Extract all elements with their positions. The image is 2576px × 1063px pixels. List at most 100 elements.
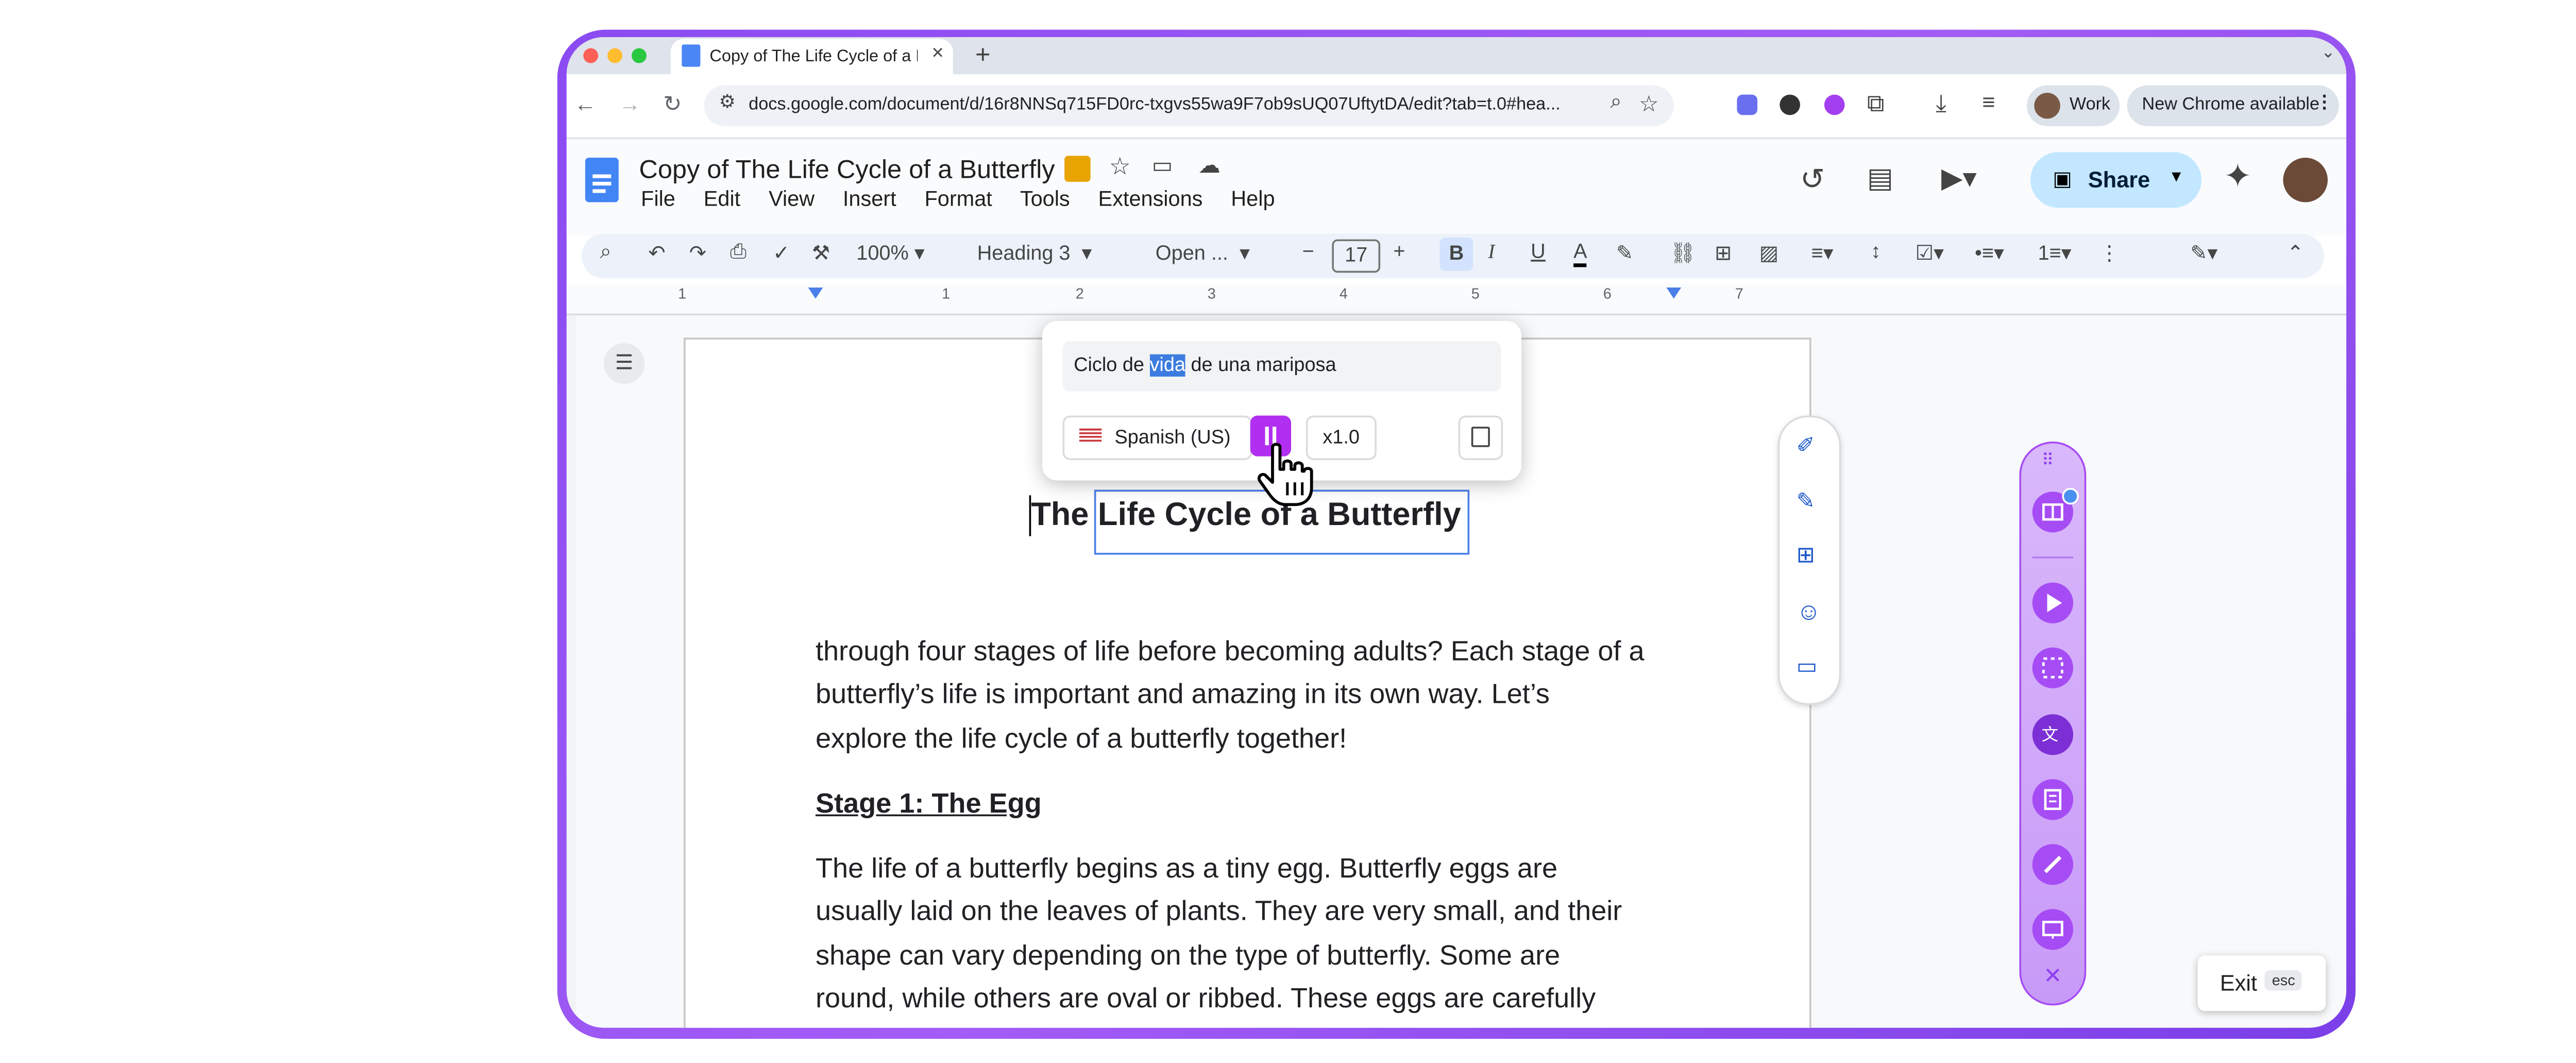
outline-icon[interactable]: ☰ <box>603 343 645 384</box>
emoji-reaction-icon[interactable]: ☺ <box>1797 597 1821 625</box>
docs-logo-icon[interactable] <box>585 158 619 203</box>
translation-text: Ciclo de vida de una mariposa <box>1074 354 1336 377</box>
extension-badge-icon[interactable] <box>1064 156 1091 182</box>
menu-insert[interactable]: Insert <box>843 189 896 211</box>
font-select[interactable]: Open ... ▾ <box>1156 241 1250 265</box>
comments-icon[interactable]: ▤ <box>1867 161 1893 195</box>
translate-button[interactable]: 文 <box>2032 714 2074 755</box>
tab-title: Copy of The Life Cycle of a Butterfly <box>709 46 918 65</box>
text-color-button[interactable]: A <box>1573 241 1587 267</box>
suggest-edit-icon[interactable]: ✐ <box>1797 432 1815 458</box>
zoom-icon[interactable]: ⌕ <box>1611 91 1622 115</box>
ruler-number: 1 <box>942 285 951 302</box>
add-comment-icon[interactable]: ⊞ <box>1715 241 1732 265</box>
star-icon[interactable]: ☆ <box>1109 152 1131 182</box>
underline-button[interactable]: U <box>1531 241 1546 263</box>
paint-format-icon[interactable]: ⚒ <box>812 241 831 265</box>
profile-avatar <box>2034 93 2060 119</box>
hide-menus-icon[interactable]: ⌃ <box>2287 241 2304 265</box>
user-avatar[interactable] <box>2283 158 2328 203</box>
share-dropdown-icon[interactable]: ▾ <box>2172 167 2181 188</box>
profile-chip[interactable]: Work <box>2026 85 2120 126</box>
screen-reader-button[interactable] <box>2032 647 2074 688</box>
reader-book-button[interactable] <box>2032 487 2079 533</box>
extension-icon-3[interactable] <box>1824 94 1845 115</box>
bold-button[interactable]: B <box>1439 237 1473 271</box>
search-icon[interactable]: ⌕ <box>600 241 612 265</box>
screen-mask-button[interactable] <box>2032 909 2074 950</box>
align-icon[interactable]: ≡▾ <box>1811 241 1834 265</box>
menu-format[interactable]: Format <box>924 189 992 211</box>
gemini-icon[interactable]: ✦ <box>2224 158 2251 197</box>
share-button[interactable]: ▣ Share ▾ <box>2030 152 2201 208</box>
right-indent-marker[interactable] <box>1666 288 1682 299</box>
editing-mode-icon[interactable]: ✎▾ <box>2190 241 2217 265</box>
play-button[interactable] <box>2032 582 2074 623</box>
menu-view[interactable]: View <box>769 189 815 211</box>
reload-icon[interactable]: ↻ <box>663 91 682 116</box>
link-icon[interactable]: ⛓ <box>1670 241 1696 265</box>
more-menu-icon[interactable]: ⋮ <box>2316 93 2333 113</box>
download-icon[interactable]: ⤓ <box>1936 89 1946 119</box>
left-indent-marker[interactable] <box>808 288 823 299</box>
move-folder-icon[interactable]: ▭ <box>1152 152 1173 178</box>
copy-button[interactable] <box>1458 415 1503 460</box>
meet-icon[interactable]: ▶▾ <box>1941 161 1977 195</box>
browser-tab[interactable]: Copy of The Life Cycle of a Butterfly × <box>670 39 953 75</box>
zoom-select[interactable]: 100% ▾ <box>856 241 924 265</box>
extension-icon-1[interactable] <box>1737 94 1758 115</box>
close-tab-icon[interactable]: × <box>932 43 944 65</box>
dictionary-button[interactable] <box>2032 779 2074 820</box>
redo-icon[interactable]: ↷ <box>689 241 706 265</box>
reading-list-icon[interactable]: ≡ <box>1982 89 1995 115</box>
site-settings-icon[interactable]: ⚙ <box>719 93 735 113</box>
language-select[interactable]: Spanish (US) <box>1062 415 1252 460</box>
back-icon[interactable]: ← <box>574 91 596 116</box>
help-me-write-icon[interactable]: ✎ <box>1797 488 1815 514</box>
highlight-icon[interactable]: ✎ <box>1616 241 1633 265</box>
print-icon[interactable]: ⎙ <box>730 241 747 265</box>
suggest-edits-icon[interactable]: ▭ <box>1797 653 1818 679</box>
cloud-status-icon[interactable]: ☁ <box>1198 152 1221 178</box>
increase-font-size-icon[interactable]: + <box>1393 241 1405 263</box>
version-history-icon[interactable]: ↺ <box>1800 161 1825 198</box>
more-toolbar-icon[interactable]: ⋮ <box>2099 241 2120 265</box>
extensions-puzzle-icon[interactable]: ⧉ <box>1867 89 1885 119</box>
font-value: Open ... <box>1155 243 1228 265</box>
ruler-number: 1 <box>678 285 687 302</box>
italic-button[interactable]: I <box>1488 241 1495 263</box>
url-field[interactable]: ⚙ docs.google.com/document/d/16r8NNSq715… <box>704 85 1674 126</box>
numbered-list-icon[interactable]: 1≡▾ <box>2038 241 2072 265</box>
highlighter-button[interactable] <box>2032 844 2074 885</box>
menu-extensions[interactable]: Extensions <box>1098 189 1203 211</box>
forward-icon[interactable]: → <box>619 91 641 116</box>
exit-button[interactable]: Exit esc <box>2197 955 2326 1011</box>
font-size-field[interactable]: 17 <box>1332 239 1381 273</box>
decrease-font-size-icon[interactable]: − <box>1302 241 1314 263</box>
line-spacing-icon[interactable]: ↕ <box>1871 241 1881 263</box>
close-toolbar-icon[interactable]: ✕ <box>2043 963 2062 989</box>
maximize-window-button[interactable] <box>631 48 647 63</box>
bulleted-list-icon[interactable]: •≡▾ <box>1975 241 2004 265</box>
bookmark-star-icon[interactable]: ☆ <box>1639 91 1659 116</box>
new-tab-button[interactable]: + <box>975 39 991 69</box>
menu-tools[interactable]: Tools <box>1020 189 1070 211</box>
undo-icon[interactable]: ↶ <box>648 241 665 265</box>
insert-image-icon[interactable]: ▨ <box>1759 241 1779 265</box>
style-select[interactable]: Heading 3 ▾ <box>977 241 1092 265</box>
stage1-paragraph: The life of a butterfly begins as a tiny… <box>816 848 1689 1021</box>
address-bar-row: ← → ↻ ⚙ docs.google.com/document/d/16r8N… <box>566 74 2347 140</box>
menu-edit[interactable]: Edit <box>704 189 740 211</box>
spellcheck-icon[interactable]: ✓ <box>773 241 790 265</box>
chrome-update-chip[interactable]: New Chrome available ⋮ <box>2127 85 2339 126</box>
tab-search-icon[interactable]: ⌄ <box>2321 43 2335 63</box>
document-title[interactable]: Copy of The Life Cycle of a Butterfly <box>639 154 1055 184</box>
checklist-icon[interactable]: ☑▾ <box>1916 241 1944 265</box>
extension-icon-2[interactable] <box>1780 94 1801 115</box>
minimize-window-button[interactable] <box>607 48 622 63</box>
add-comment-side-icon[interactable]: ⊞ <box>1797 542 1815 567</box>
drag-handle-icon[interactable]: ⠿ <box>2042 451 2054 471</box>
menu-help[interactable]: Help <box>1231 189 1275 211</box>
menu-file[interactable]: File <box>641 189 675 211</box>
close-window-button[interactable] <box>583 48 599 63</box>
